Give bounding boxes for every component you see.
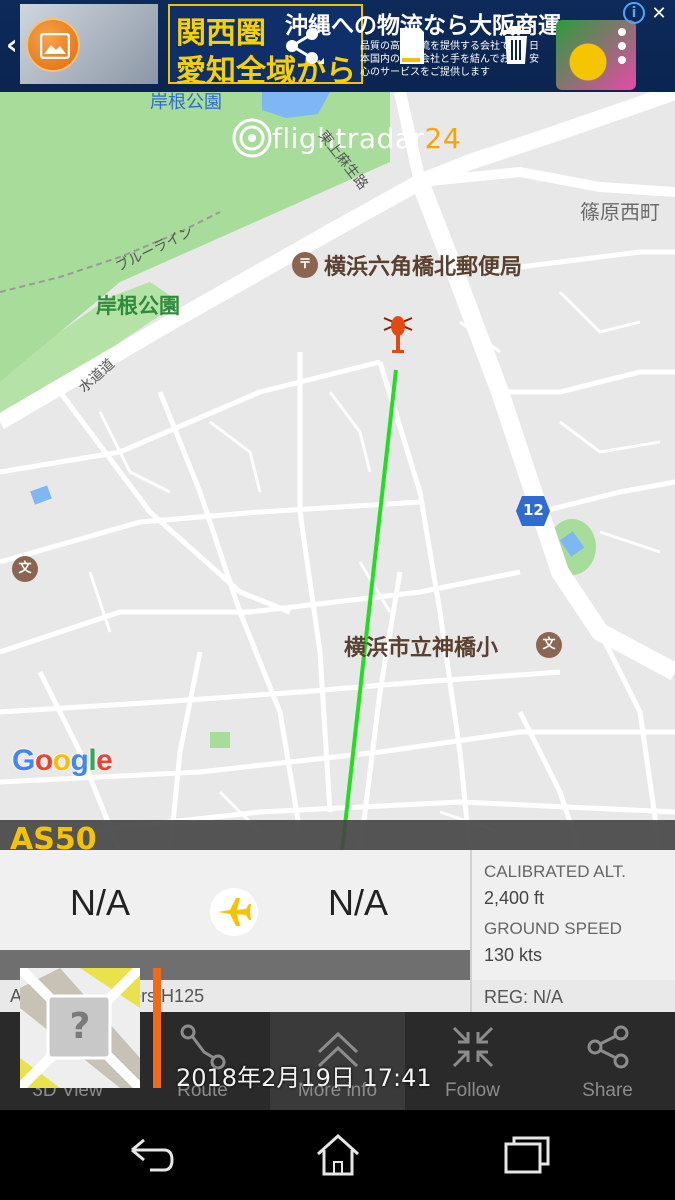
label-park-kishine: 岸根公園	[96, 294, 180, 318]
back-icon[interactable]: ‹	[6, 28, 18, 61]
route-panel[interactable]: N/A N/A	[0, 850, 470, 950]
ad-info-icon[interactable]: i	[623, 2, 645, 24]
school-icon: 文	[536, 632, 562, 658]
action-label: Share	[582, 1080, 633, 1101]
google-letter: l	[88, 744, 97, 777]
airplane-icon	[218, 898, 251, 926]
brand-number: 24	[424, 121, 462, 155]
google-letter: G	[12, 744, 35, 777]
google-letter: e	[96, 744, 113, 777]
map-canvas	[0, 92, 675, 852]
google-logo: Google	[12, 744, 113, 778]
school-icon: 文	[12, 556, 38, 582]
top-toolbar: 関西圏 愛知全域から 沖縄への物流なら大阪商運 品質の高い物流を提供する会社です…	[0, 0, 675, 92]
back-nav-icon[interactable]	[120, 1130, 180, 1180]
map-view[interactable]: flightradar24 岸根公園 東上麻生路 篠原西町 ブルーライン 岸根公…	[0, 92, 675, 852]
photo-button[interactable]	[26, 18, 80, 72]
label-park-top: 岸根公園	[150, 92, 222, 113]
follow-icon	[452, 1026, 494, 1068]
label-school: 横浜市立神橋小	[344, 636, 499, 661]
origin-airport: N/A	[70, 882, 131, 923]
ad-headline-2: 愛知全域から	[176, 54, 356, 89]
photo-timestamp: 2018年2月19日 17:41	[176, 1064, 432, 1092]
aircraft-code: AS50	[10, 822, 97, 850]
overflow-menu-icon[interactable]	[604, 24, 648, 68]
calibrated-alt-value: 2,400 ft	[484, 888, 545, 908]
google-letter: o	[34, 744, 53, 777]
label-post-office: 横浜六角橋北郵便局	[324, 255, 523, 280]
calibrated-alt-label: CALIBRATED ALT.	[484, 862, 627, 881]
home-nav-icon[interactable]	[308, 1130, 368, 1180]
divider	[470, 980, 472, 1014]
question-mark-icon: ?	[69, 1006, 91, 1047]
registration: REG: N/A	[484, 987, 564, 1007]
trash-icon[interactable]	[494, 24, 538, 68]
share-icon[interactable]	[280, 24, 324, 68]
share-icon	[587, 1025, 629, 1069]
google-letter: g	[70, 744, 89, 777]
ground-speed-value: 130 kts	[484, 945, 543, 965]
ad-close-icon[interactable]: ✕	[647, 2, 671, 26]
helicopter-icon[interactable]	[380, 312, 416, 358]
radar-icon	[232, 118, 272, 158]
sd-card-icon[interactable]	[388, 24, 432, 68]
destination-airport: N/A	[328, 882, 389, 923]
recent-apps-icon[interactable]	[496, 1130, 556, 1180]
label-area-shinohara: 篠原西町	[580, 200, 660, 224]
share-button[interactable]: Share	[540, 1012, 675, 1110]
photo-accent-bar	[153, 968, 161, 1088]
route-number: 12	[523, 501, 544, 519]
system-navigation-bar	[0, 1110, 675, 1200]
aircraft-photo-thumbnail[interactable]: ?	[20, 968, 140, 1088]
ground-speed-label: GROUND SPEED	[484, 919, 622, 938]
google-letter: o	[52, 744, 71, 777]
image-icon	[40, 33, 70, 59]
plane-badge	[210, 888, 258, 936]
post-office-icon: 〒	[292, 252, 318, 278]
aircraft-strip: AS50	[0, 820, 675, 850]
